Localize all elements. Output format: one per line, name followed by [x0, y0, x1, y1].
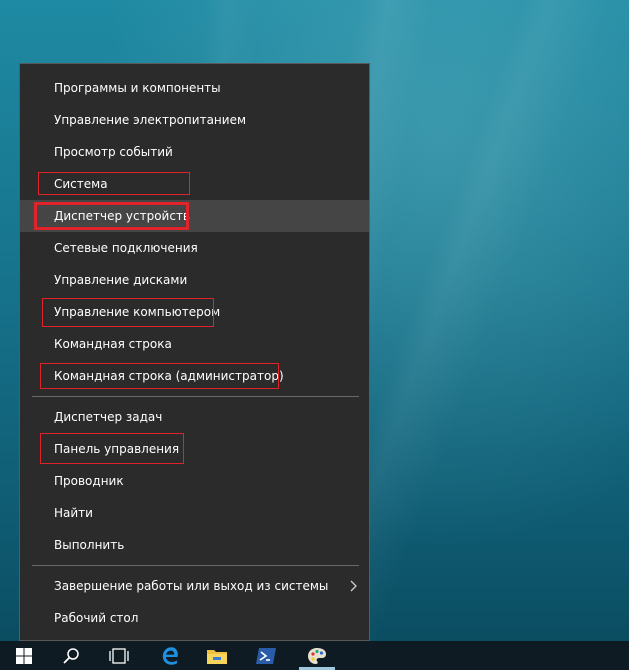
annotation-highlight-device-manager: [34, 202, 189, 230]
menu-item-label: Выполнить: [54, 538, 125, 552]
menu-item-command-prompt[interactable]: Командная строка: [20, 328, 369, 360]
menu-item-label: Программы и компоненты: [54, 81, 221, 95]
menu-item-programs-and-features[interactable]: Программы и компоненты: [20, 72, 369, 104]
menu-item-shutdown-or-sign-out[interactable]: Завершение работы или выход из системы: [20, 570, 369, 602]
menu-item-file-explorer[interactable]: Проводник: [20, 465, 369, 497]
menu-item-power-options[interactable]: Управление электропитанием: [20, 104, 369, 136]
menu-item-task-manager[interactable]: Диспетчер задач: [20, 401, 369, 433]
file-explorer-icon[interactable]: [199, 641, 235, 670]
menu-item-label: Просмотр событий: [54, 145, 173, 159]
menu-item-label: Завершение работы или выход из системы: [54, 579, 329, 593]
menu-item-label: Диспетчер задач: [54, 410, 163, 424]
paint-palette-icon[interactable]: [299, 641, 335, 670]
menu-item-label: Сетевые подключения: [54, 241, 198, 255]
menu-item-desktop[interactable]: Рабочий стол: [20, 602, 369, 634]
annotation-highlight-system: [38, 172, 190, 195]
menu-item-label: Рабочий стол: [54, 611, 139, 625]
menu-item-label: Проводник: [54, 474, 124, 488]
menu-item-run[interactable]: Выполнить: [20, 529, 369, 561]
menu-item-label: Командная строка: [54, 337, 172, 351]
menu-item-network-connections[interactable]: Сетевые подключения: [20, 232, 369, 264]
menu-item-event-viewer[interactable]: Просмотр событий: [20, 136, 369, 168]
menu-item-label: Управление дисками: [54, 273, 188, 287]
search-icon[interactable]: [53, 641, 89, 670]
menu-separator: [32, 396, 359, 397]
menu-item-search[interactable]: Найти: [20, 497, 369, 529]
annotation-highlight-computer-management: [42, 298, 214, 327]
menu-item-label: Найти: [54, 506, 93, 520]
power-user-menu: Программы и компоненты Управление электр…: [19, 63, 370, 641]
chevron-right-icon: [349, 570, 359, 602]
edge-browser-icon[interactable]: [152, 641, 188, 670]
taskbar: [0, 641, 629, 670]
task-view-icon[interactable]: [101, 641, 137, 670]
annotation-highlight-command-prompt-admin: [40, 363, 279, 389]
menu-separator: [32, 565, 359, 566]
menu-item-label: Управление электропитанием: [54, 113, 246, 127]
menu-item-disk-management[interactable]: Управление дисками: [20, 264, 369, 296]
powershell-icon[interactable]: [248, 641, 284, 670]
windows-start-icon[interactable]: [6, 641, 42, 670]
annotation-highlight-control-panel: [40, 433, 184, 464]
